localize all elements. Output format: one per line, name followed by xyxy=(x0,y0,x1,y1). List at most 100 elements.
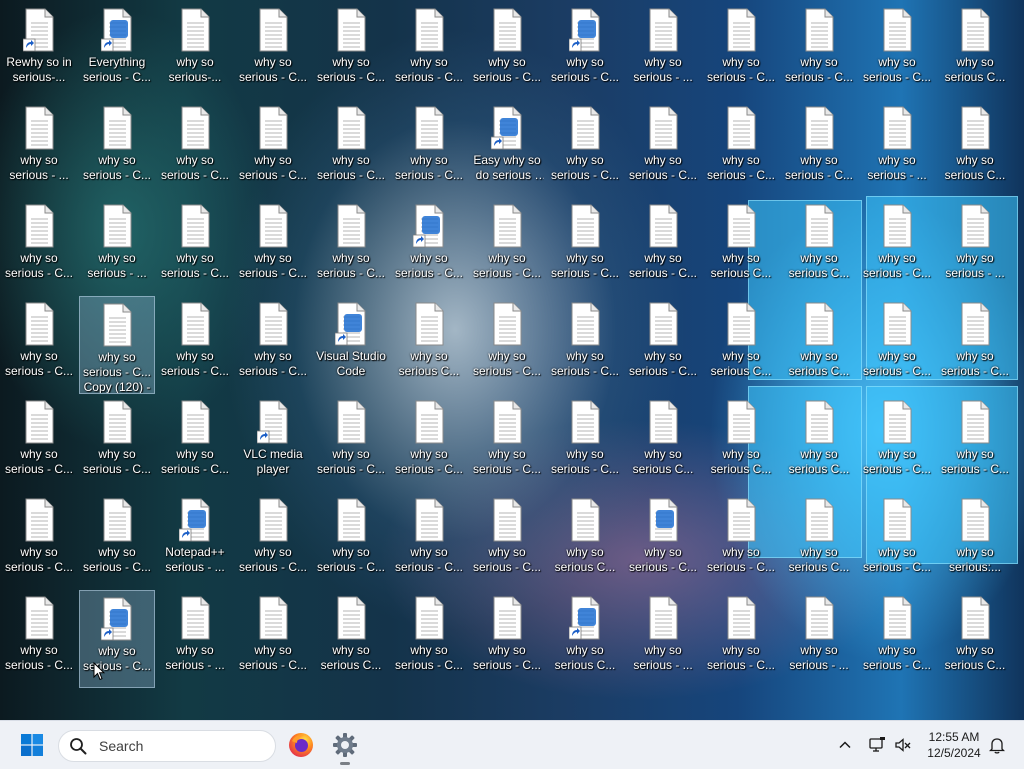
desktop-file-icon-item[interactable]: why so serious - C... xyxy=(781,2,857,100)
desktop-file-icon-item[interactable]: why so serious - C... xyxy=(313,198,389,296)
desktop-file-icon-item[interactable]: why so serious - C... xyxy=(391,394,467,492)
desktop-file-icon-item[interactable]: why so serious - C... xyxy=(391,590,467,688)
desktop-file-icon-item[interactable]: why so serious - C... xyxy=(859,296,935,394)
desktop-file-icon-item[interactable]: VLC media player xyxy=(235,394,311,492)
desktop-file-icon-item[interactable]: why so serious C... xyxy=(937,590,1013,688)
desktop-file-icon-item[interactable]: why so serious - C... xyxy=(703,492,779,590)
desktop-file-icon-item[interactable]: why so serious - C... xyxy=(859,198,935,296)
desktop-file-icon-item[interactable]: why so serious - C... xyxy=(859,2,935,100)
desktop-file-icon-item[interactable]: why so serious - C... xyxy=(235,590,311,688)
desktop-shortcut-icon-item[interactable]: why so serious C... xyxy=(547,590,623,688)
search-box[interactable]: Search xyxy=(58,730,276,762)
desktop-file-icon-item[interactable]: why so serious C... xyxy=(703,394,779,492)
desktop-file-icon-item[interactable]: why so serious - C... xyxy=(625,296,701,394)
desktop-shortcut-icon-item[interactable]: Visual Studio Code xyxy=(313,296,389,394)
desktop-shortcut-icon-item[interactable]: why so serious - C... xyxy=(625,492,701,590)
desktop-shortcut-icon-item[interactable]: why so serious - C... xyxy=(79,590,155,688)
desktop[interactable]: Rewhy so in serious-... Everything seriou… xyxy=(0,0,1024,720)
desktop-file-icon-item[interactable]: why so serious C... xyxy=(937,100,1013,198)
desktop-file-icon-item[interactable]: why so serious - ... xyxy=(859,100,935,198)
desktop-file-icon-item[interactable]: why so serious C... xyxy=(391,296,467,394)
desktop-file-icon-item[interactable]: why so serious - C... xyxy=(157,296,233,394)
desktop-file-icon-item[interactable]: why so serious - C... xyxy=(235,296,311,394)
desktop-file-icon-item[interactable]: why so serious C... xyxy=(703,296,779,394)
desktop-file-icon-item[interactable]: why so serious-... xyxy=(157,2,233,100)
desktop-file-icon-item[interactable]: why so serious - ... xyxy=(625,590,701,688)
desktop-file-icon-item[interactable]: why so serious - C... xyxy=(625,100,701,198)
desktop-file-icon-item[interactable]: why so serious - C... xyxy=(391,100,467,198)
desktop-file-icon-item[interactable]: why so serious - C... xyxy=(1,198,77,296)
notifications-button[interactable] xyxy=(986,733,1008,757)
desktop-file-icon-item[interactable]: why so serious - C... xyxy=(547,296,623,394)
desktop-file-icon-item[interactable]: why so serious:... xyxy=(937,492,1013,590)
desktop-file-icon-item[interactable]: why so serious - ... xyxy=(157,590,233,688)
show-hidden-icons-button[interactable] xyxy=(834,733,856,757)
desktop-file-icon-item[interactable]: why so serious - C... xyxy=(313,492,389,590)
desktop-file-icon-item[interactable]: why so serious C... xyxy=(625,394,701,492)
desktop-file-icon-item[interactable]: why so serious - C... xyxy=(625,198,701,296)
desktop-file-icon-item[interactable]: why so serious - C... xyxy=(157,100,233,198)
desktop-file-icon-item[interactable]: why so serious - C... xyxy=(313,394,389,492)
desktop-file-icon-item[interactable]: why so serious - C... xyxy=(703,2,779,100)
desktop-file-icon-item[interactable]: why so serious C... xyxy=(781,296,857,394)
desktop-file-icon-item[interactable]: why so serious - C... xyxy=(469,590,545,688)
desktop-file-icon-item[interactable]: why so serious - C... xyxy=(157,394,233,492)
desktop-shortcut-icon-item[interactable]: Everything serious - C... xyxy=(79,2,155,100)
desktop-file-icon-item[interactable]: why so serious - C... xyxy=(1,394,77,492)
desktop-file-icon-item[interactable]: why so serious - C... xyxy=(937,394,1013,492)
desktop-shortcut-icon-item[interactable]: why so serious - C... xyxy=(547,2,623,100)
desktop-file-icon-item[interactable]: why so serious - C... xyxy=(547,394,623,492)
desktop-file-icon-item[interactable]: why so serious C... xyxy=(547,492,623,590)
desktop-file-icon-item[interactable]: why so serious - C... xyxy=(469,198,545,296)
desktop-file-icon-item[interactable]: why so serious - C... xyxy=(859,590,935,688)
desktop-file-icon-item[interactable]: why so serious - C... xyxy=(1,590,77,688)
desktop-file-icon-item[interactable]: why so serious - C... xyxy=(937,296,1013,394)
desktop-file-icon-item[interactable]: why so serious - C... xyxy=(859,492,935,590)
desktop-file-icon-item[interactable]: why so serious - C... xyxy=(391,2,467,100)
desktop-file-icon-item[interactable]: why so serious C... xyxy=(781,492,857,590)
desktop-shortcut-icon-item[interactable]: Notepad++ serious - ... xyxy=(157,492,233,590)
desktop-shortcut-icon-item[interactable]: Easy why so do serious - C... xyxy=(469,100,545,198)
desktop-file-icon-item[interactable]: why so serious - C... xyxy=(469,492,545,590)
network-status-button[interactable] xyxy=(866,733,888,757)
desktop-file-icon-item[interactable]: why so serious - ... xyxy=(781,590,857,688)
desktop-file-icon-item[interactable]: why so serious - C... xyxy=(1,492,77,590)
desktop-file-icon-item[interactable]: why so serious - C... xyxy=(79,100,155,198)
start-button[interactable] xyxy=(16,733,48,757)
desktop-file-icon-item[interactable]: why so serious - C... Copy (120) - Copy xyxy=(79,296,155,394)
desktop-file-icon-item[interactable]: why so serious - C... xyxy=(1,296,77,394)
system-clock[interactable]: 12:55 AM 12/5/2024 xyxy=(918,729,990,761)
desktop-file-icon-item[interactable]: why so serious - C... xyxy=(859,394,935,492)
desktop-file-icon-item[interactable]: why so serious - C... xyxy=(157,198,233,296)
desktop-file-icon-item[interactable]: Rewhy so in serious-... xyxy=(1,2,77,100)
desktop-file-icon-item[interactable]: why so serious - C... xyxy=(469,296,545,394)
desktop-file-icon-item[interactable]: why so serious - C... xyxy=(547,100,623,198)
desktop-file-icon-item[interactable]: why so serious - C... xyxy=(703,100,779,198)
taskbar-firefox-button[interactable] xyxy=(285,729,317,761)
desktop-file-icon-item[interactable]: why so serious - C... xyxy=(547,198,623,296)
desktop-file-icon-item[interactable]: why so serious - ... xyxy=(937,198,1013,296)
desktop-file-icon-item[interactable]: why so serious - C... xyxy=(235,492,311,590)
desktop-file-icon-item[interactable]: why so serious C... xyxy=(703,198,779,296)
volume-button[interactable] xyxy=(892,733,914,757)
desktop-file-icon-item[interactable]: why so serious - C... xyxy=(391,492,467,590)
desktop-file-icon-item[interactable]: why so serious - ... xyxy=(1,100,77,198)
desktop-file-icon-item[interactable]: why so serious C... xyxy=(937,2,1013,100)
desktop-file-icon-item[interactable]: why so serious - C... xyxy=(79,394,155,492)
desktop-file-icon-item[interactable]: why so serious - C... xyxy=(313,100,389,198)
desktop-file-icon-item[interactable]: why so serious - C... xyxy=(703,590,779,688)
desktop-file-icon-item[interactable]: why so serious - C... xyxy=(235,198,311,296)
desktop-file-icon-item[interactable]: why so serious C... xyxy=(781,394,857,492)
desktop-file-icon-item[interactable]: why so serious - ... xyxy=(79,198,155,296)
taskbar-settings-button[interactable] xyxy=(329,729,361,761)
desktop-file-icon-item[interactable]: why so serious C... xyxy=(313,590,389,688)
desktop-file-icon-item[interactable]: why so serious - C... xyxy=(781,100,857,198)
desktop-file-icon-item[interactable]: why so serious - C... xyxy=(313,2,389,100)
desktop-file-icon-item[interactable]: why so serious - C... xyxy=(79,492,155,590)
desktop-file-icon-item[interactable]: why so serious - ... xyxy=(625,2,701,100)
desktop-file-icon-item[interactable]: why so serious - C... xyxy=(469,394,545,492)
desktop-file-icon-item[interactable]: why so serious - C... xyxy=(235,100,311,198)
desktop-file-icon-item[interactable]: why so serious - C... xyxy=(469,2,545,100)
desktop-shortcut-icon-item[interactable]: why so serious - C... xyxy=(391,198,467,296)
desktop-file-icon-item[interactable]: why so serious C... xyxy=(781,198,857,296)
